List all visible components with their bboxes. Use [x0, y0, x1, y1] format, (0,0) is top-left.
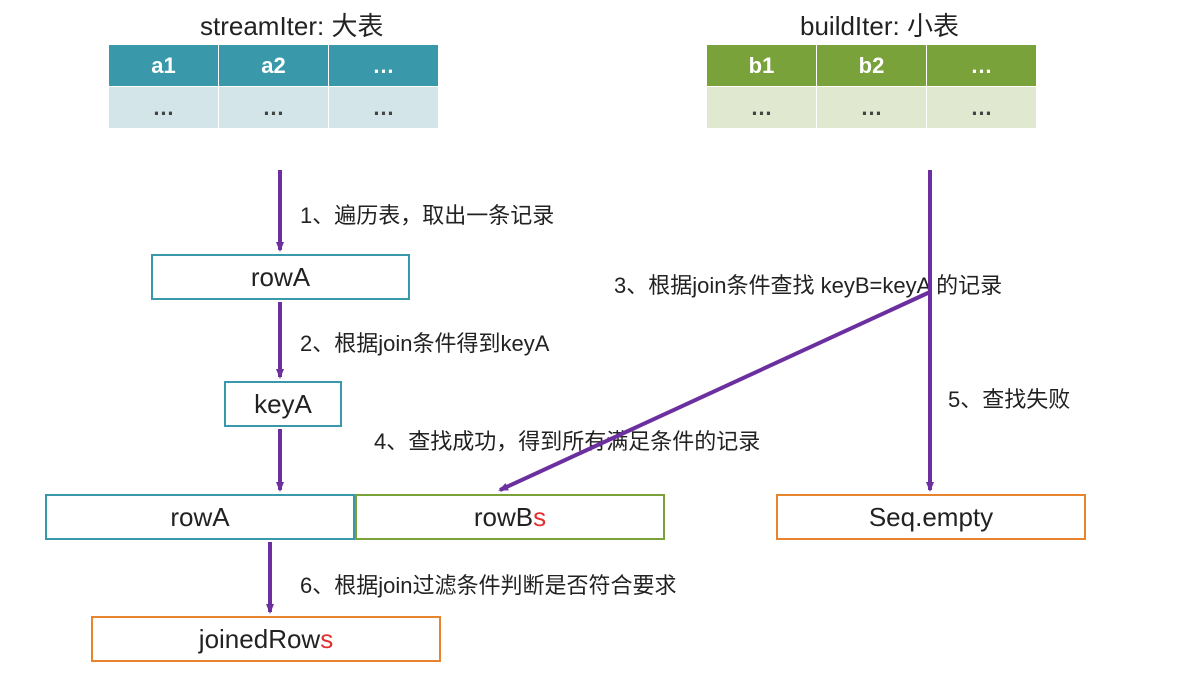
build-c2: … [817, 87, 927, 129]
step-5-label: 5、查找失败 [948, 382, 1070, 414]
rowBs-label: rowBs [474, 502, 546, 533]
build-table: b1 b2 … … … … [706, 44, 1037, 129]
rowBs-box: rowBs [355, 494, 665, 540]
joined-rows-label: joinedRows [199, 624, 333, 655]
build-c1: … [707, 87, 817, 129]
keyA-box: keyA [224, 381, 342, 427]
stream-c1: … [109, 87, 219, 129]
stream-c3: … [329, 87, 439, 129]
build-title: buildIter: 小表 [800, 6, 959, 43]
keyA-label: keyA [254, 389, 312, 420]
stream-table: a1 a2 … … … … [108, 44, 439, 129]
rowA-box-2: rowA [45, 494, 355, 540]
seq-empty-box: Seq.empty [776, 494, 1086, 540]
rowA-box-1: rowA [151, 254, 410, 300]
stream-h2: a2 [219, 45, 329, 87]
stream-h1: a1 [109, 45, 219, 87]
seq-empty-label: Seq.empty [869, 502, 993, 533]
rowA-label-1: rowA [251, 262, 310, 293]
step-6-label: 6、根据join过滤条件判断是否符合要求 [300, 568, 676, 600]
build-h1: b1 [707, 45, 817, 87]
arrow-4 [500, 292, 930, 490]
step-4-label: 4、查找成功，得到所有满足条件的记录 [374, 424, 760, 456]
rowA-label-2: rowA [170, 502, 229, 533]
stream-title: streamIter: 大表 [200, 6, 383, 43]
build-h2: b2 [817, 45, 927, 87]
build-c3: … [927, 87, 1037, 129]
step-2-label: 2、根据join条件得到keyA [300, 326, 549, 358]
stream-h3: … [329, 45, 439, 87]
joined-rows-box: joinedRows [91, 616, 441, 662]
step-3-label: 3、根据join条件查找 keyB=keyA 的记录 [614, 268, 1002, 300]
build-h3: … [927, 45, 1037, 87]
stream-c2: … [219, 87, 329, 129]
step-1-label: 1、遍历表，取出一条记录 [300, 198, 554, 230]
